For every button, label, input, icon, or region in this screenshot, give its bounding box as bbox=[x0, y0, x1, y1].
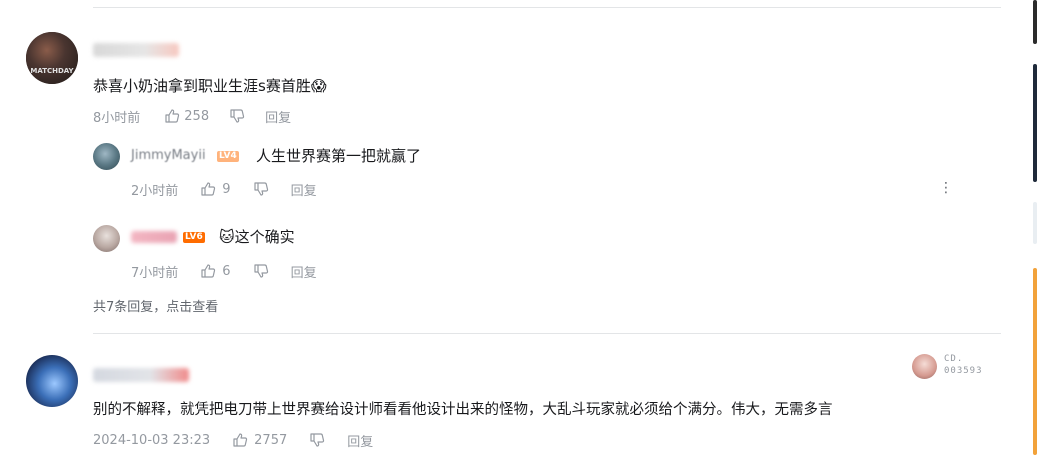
reply-button[interactable]: 回复 bbox=[347, 431, 373, 450]
level-badge: LV6 bbox=[183, 232, 205, 243]
fan-badge-avatar bbox=[912, 354, 937, 379]
dislike-button[interactable] bbox=[253, 181, 269, 197]
side-card-edge[interactable] bbox=[1033, 64, 1037, 182]
thumbs-down-icon bbox=[310, 433, 325, 447]
divider bbox=[93, 7, 1001, 8]
reply-avatar[interactable] bbox=[93, 225, 120, 252]
reply-text: 人生世界赛第一把就赢了 bbox=[256, 147, 422, 165]
timestamp: 7小时前 bbox=[131, 265, 179, 281]
thumbs-down-icon bbox=[253, 264, 268, 278]
fan-badge-line2: 003593 bbox=[944, 366, 983, 376]
comment-meta: 8小时前 258 回复 bbox=[93, 107, 291, 126]
reply-meta: 2小时前 9 回复 bbox=[131, 180, 317, 199]
like-button[interactable]: 6 bbox=[200, 263, 231, 279]
level-badge: LV4 bbox=[217, 151, 239, 162]
reply-username-blurred[interactable] bbox=[131, 231, 177, 243]
username-blurred[interactable] bbox=[93, 43, 179, 57]
like-count: 6 bbox=[222, 263, 231, 279]
like-count: 258 bbox=[184, 108, 210, 124]
comment-text: 别的不解释，就凭把电刀带上世界赛给设计师看看他设计出来的怪物，大乱斗玩家就必须给… bbox=[93, 402, 833, 418]
reply-username[interactable]: JimmyMayii bbox=[131, 148, 206, 163]
thumbs-down-icon bbox=[230, 109, 245, 123]
reply-avatar[interactable] bbox=[93, 143, 120, 170]
reply-text: 🐱这个确实 bbox=[219, 228, 295, 246]
thumbs-up-icon bbox=[201, 182, 216, 196]
view-more-replies-link[interactable]: 共7条回复，点击查看 bbox=[93, 296, 218, 315]
reply-button[interactable]: 回复 bbox=[265, 107, 291, 126]
dislike-button[interactable] bbox=[229, 108, 245, 124]
side-card-edge[interactable] bbox=[1033, 202, 1037, 244]
reply-meta: 7小时前 6 回复 bbox=[131, 262, 317, 281]
reply-button[interactable]: 回复 bbox=[291, 180, 317, 199]
doge-emoji-icon: 🐱 bbox=[219, 228, 235, 246]
avatar[interactable]: MATCHDAY bbox=[26, 32, 78, 84]
username-blurred[interactable] bbox=[93, 368, 189, 382]
more-options-icon[interactable]: ⋮ bbox=[939, 180, 953, 196]
shocked-emoji-icon: 😱 bbox=[310, 77, 327, 95]
side-card-edge[interactable] bbox=[1033, 268, 1037, 455]
like-button[interactable]: 9 bbox=[200, 181, 231, 197]
thumbs-up-icon bbox=[233, 433, 248, 447]
avatar[interactable] bbox=[26, 355, 78, 407]
dislike-button[interactable] bbox=[253, 263, 269, 279]
timestamp: 8小时前 bbox=[93, 110, 141, 126]
comment-text: 恭喜小奶油拿到职业生涯s赛首胜😱 bbox=[93, 77, 327, 95]
like-button[interactable]: 2757 bbox=[232, 432, 287, 448]
avatar-text: MATCHDAY bbox=[30, 67, 74, 75]
dislike-button[interactable] bbox=[309, 432, 325, 448]
timestamp: 2024-10-03 23:23 bbox=[93, 432, 211, 448]
like-button[interactable]: 258 bbox=[164, 108, 209, 124]
timestamp: 2小时前 bbox=[131, 183, 179, 199]
thumbs-up-icon bbox=[201, 264, 216, 278]
avatar-image bbox=[26, 32, 78, 84]
thumbs-up-icon bbox=[165, 109, 180, 123]
divider bbox=[93, 333, 1001, 334]
fan-badge: CD. 003593 bbox=[912, 353, 994, 381]
side-card-edge[interactable] bbox=[1033, 0, 1037, 44]
thumbs-down-icon bbox=[253, 182, 268, 196]
comment-meta: 2024-10-03 23:23 2757 回复 bbox=[93, 431, 373, 450]
reply-button[interactable]: 回复 bbox=[291, 262, 317, 281]
like-count: 9 bbox=[222, 181, 231, 197]
like-count: 2757 bbox=[254, 432, 288, 448]
fan-badge-line1: CD. bbox=[944, 354, 964, 364]
